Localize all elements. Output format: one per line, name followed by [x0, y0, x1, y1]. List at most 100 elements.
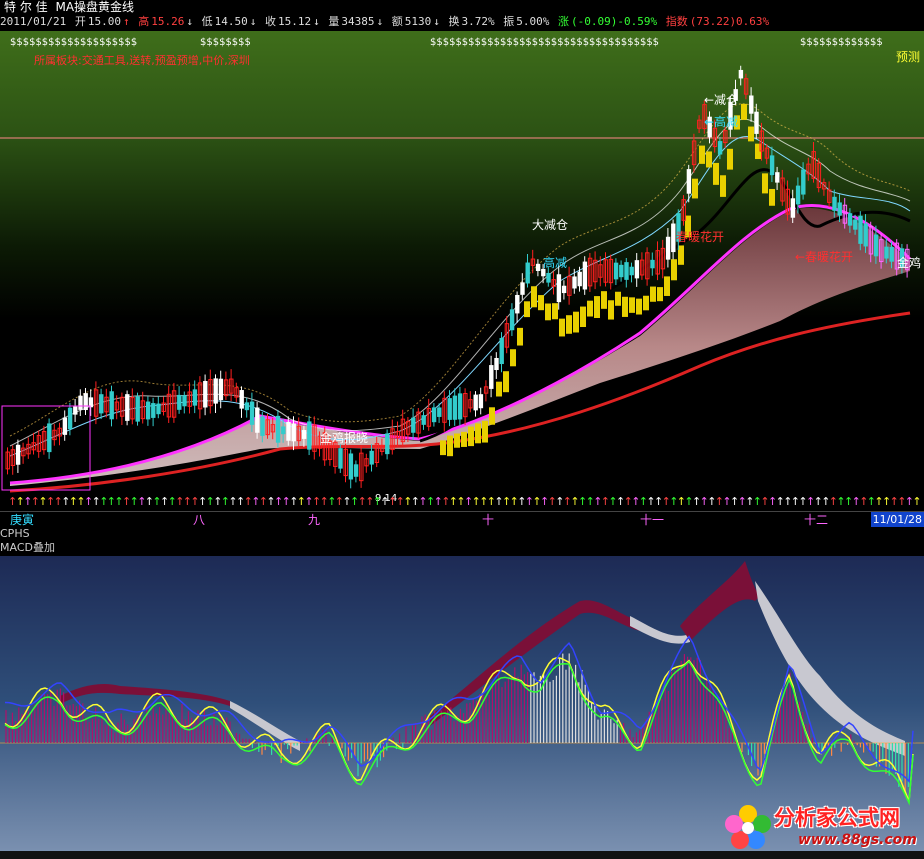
candle-body	[754, 111, 759, 134]
yellow-step	[559, 318, 565, 337]
yellow-step	[587, 300, 593, 317]
yellow-step	[741, 103, 747, 120]
yellow-step	[678, 245, 684, 265]
yellow-step	[524, 301, 530, 318]
candle-body	[145, 401, 151, 420]
change-value: (-0.09)-0.59%	[570, 15, 658, 28]
yellow-step	[720, 175, 726, 197]
candle-body	[369, 450, 374, 465]
yellow-step	[496, 381, 502, 397]
candle-body	[650, 259, 655, 269]
candle-body	[884, 246, 889, 259]
candle-body	[853, 219, 858, 230]
candle-body	[515, 294, 520, 314]
yellow-step	[503, 371, 509, 393]
turnover-value: 3.72%	[461, 15, 495, 28]
candle-body	[135, 396, 140, 422]
turnover-label: 换	[448, 15, 460, 28]
yellow-step	[447, 435, 453, 457]
dollar-row-1: $$$$$$$$$$$$$$$$$$$$	[10, 37, 137, 48]
candle-body	[62, 417, 68, 435]
annotation-high-reduce-2: ←高减	[704, 114, 738, 129]
watermark-url: www.88gs.com	[798, 832, 917, 848]
candle-body	[286, 421, 291, 441]
yellow-step	[629, 297, 635, 313]
down-arrow-icon: ↓	[249, 15, 257, 28]
yellow-step	[454, 433, 460, 448]
forecast-label: 预测	[896, 50, 920, 64]
candle-body	[665, 236, 671, 260]
cphs-label: CPHS	[0, 527, 924, 541]
candle-body	[15, 444, 21, 465]
yellow-step	[566, 315, 572, 334]
candle-body	[301, 430, 307, 439]
candle-body	[509, 309, 515, 331]
yellow-step	[713, 162, 719, 185]
yellow-step	[489, 407, 495, 425]
main-kline-chart[interactable]: $$$$$$$$$$$$$$$$$$$$ $$$$$$$$ $$$$$$$$$$…	[0, 31, 924, 511]
candle-body	[634, 260, 640, 279]
candle-body	[307, 421, 312, 450]
annotation-spring-2: ←春暖花开	[795, 249, 853, 264]
date-axis: 庚寅 八 九 十 十一 十二 11/01/28	[0, 511, 924, 528]
candle-body	[78, 395, 83, 410]
yellow-step	[482, 420, 488, 443]
candle-body	[151, 403, 156, 418]
candle-body	[99, 394, 104, 414]
candle-body	[832, 196, 837, 211]
index-value: (73.22)0.63%	[689, 15, 770, 28]
yellow-step	[440, 440, 446, 456]
macd-label: MACD叠加	[0, 541, 924, 555]
annotation-big-reduce: 大减仓	[532, 218, 568, 232]
yellow-step	[636, 298, 642, 315]
candle-body	[203, 381, 208, 408]
yellow-step	[531, 286, 537, 308]
amount-value: 5130	[404, 15, 432, 28]
annotation-golden-rooster-1: 金鸡报晓	[320, 430, 368, 445]
volume-label: 量	[328, 15, 340, 28]
candle-body	[889, 246, 894, 262]
yellow-step	[671, 259, 677, 281]
yellow-step	[769, 188, 775, 206]
down-arrow-icon: ↓	[313, 15, 320, 28]
candle-body	[686, 169, 692, 194]
yellow-step	[657, 287, 663, 302]
candle-body	[353, 464, 359, 477]
yellow-step	[580, 306, 586, 328]
candle-body	[457, 393, 463, 420]
candle-body	[525, 262, 530, 284]
yellow-step	[615, 291, 621, 306]
axis-month-1: 八	[193, 513, 206, 527]
yellow-step	[692, 178, 698, 199]
candle-body	[775, 172, 780, 183]
amplitude-value: 5.00%	[516, 15, 550, 28]
annotation-high-reduce-1: 高减	[543, 255, 567, 270]
down-arrow-icon: ↓	[433, 15, 440, 28]
candle-body	[67, 407, 73, 430]
candle-body	[249, 401, 255, 425]
candle-body	[239, 390, 244, 409]
candle-body	[260, 416, 265, 436]
candle-body	[348, 453, 354, 480]
quote-bar: 2011/01/21 开 15.00 ↑ 高 15.26 ↓ 低 14.50 ↓ 收 15.1…	[0, 14, 924, 30]
dollar-row-2: $$$$$$$$	[200, 37, 251, 48]
low-value: 14.50	[214, 15, 248, 28]
annotation-golden-rooster-2: 金鸡	[897, 255, 921, 270]
axis-end-date: 11/01/28	[870, 512, 924, 528]
yellow-step	[510, 349, 516, 367]
candle-body	[291, 423, 296, 442]
change-label: 涨	[557, 15, 569, 28]
candle-body	[218, 378, 224, 401]
axis-month-3: 十	[482, 513, 495, 527]
down-arrow-icon: ↓	[376, 15, 384, 28]
candle-body	[411, 417, 416, 433]
yellow-step	[762, 173, 768, 194]
candle-body	[489, 365, 494, 389]
low-label: 低	[201, 15, 213, 28]
candle-body	[447, 398, 452, 420]
annotation-spring-1: 春暖花开	[676, 229, 724, 244]
candle-body	[281, 426, 286, 435]
sector-text: 所属板块:交通工具,送转,预盈预增,中价,深圳	[34, 53, 250, 67]
candle-body	[873, 234, 879, 257]
open-value: 15.00	[87, 15, 121, 28]
